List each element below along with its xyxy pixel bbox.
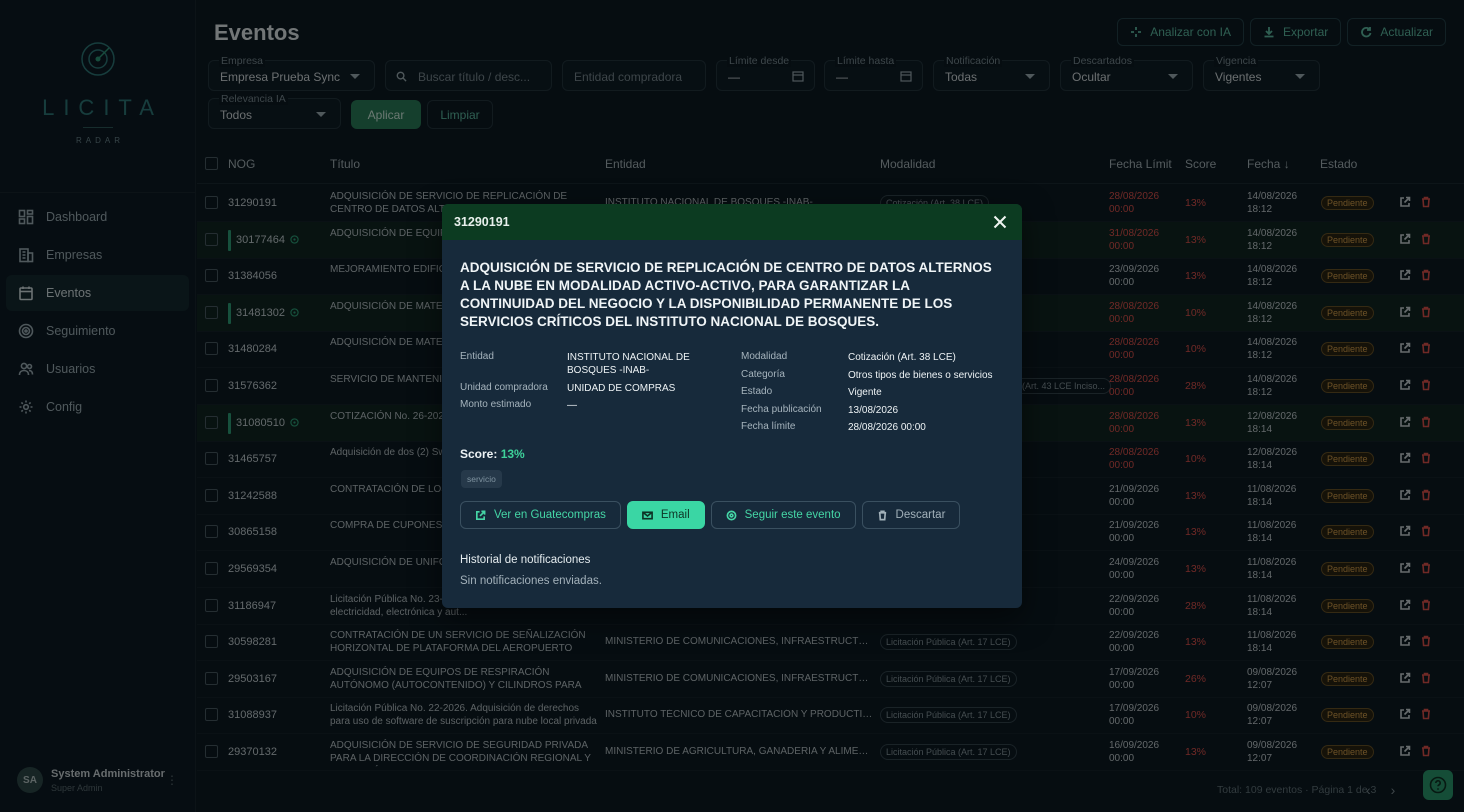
trash-icon bbox=[878, 510, 886, 520]
discard-button[interactable]: Descartar bbox=[861, 501, 961, 529]
modal-nog: 31290191 bbox=[454, 215, 510, 229]
follow-event-label: Seguir este evento bbox=[744, 509, 841, 521]
detail-estado: Estado Vigente bbox=[741, 386, 882, 398]
email-label: Email bbox=[660, 509, 690, 521]
detail-value: UNIDAD DE COMPRAS bbox=[567, 383, 676, 394]
follow-event-button[interactable]: Seguir este evento bbox=[710, 501, 856, 529]
detail-key: Categoría bbox=[741, 369, 785, 380]
modal-title: ADQUISICIÓN DE SERVICIO DE REPLICACIÓN D… bbox=[460, 260, 992, 329]
detail-value: Otros tipos de bienes o servicios bbox=[848, 370, 993, 381]
history-empty: Sin notificaciones enviadas. bbox=[460, 575, 602, 587]
modal-header: 31290191 bbox=[442, 204, 1022, 240]
detail-key: Modalidad bbox=[741, 351, 788, 362]
detail-monto: Monto estimado — bbox=[460, 399, 577, 411]
detail-unidad: Unidad compradora UNIDAD DE COMPRAS bbox=[460, 382, 675, 394]
detail-modalidad: Modalidad Cotización (Art. 38 LCE) bbox=[741, 351, 956, 363]
score-label: Score: bbox=[460, 447, 498, 461]
detail-key: Fecha publicación bbox=[741, 404, 822, 415]
detail-key: Entidad bbox=[460, 351, 494, 362]
email-button[interactable]: Email bbox=[626, 501, 705, 529]
score-value: 13% bbox=[500, 447, 525, 461]
event-detail-modal: 31290191 ADQUISICIÓN DE SERVICIO DE REPL… bbox=[442, 204, 1022, 608]
modal-score: Score: 13% bbox=[460, 447, 525, 461]
history-title: Historial de notificaciones bbox=[460, 554, 591, 566]
detail-value: Vigente bbox=[848, 387, 882, 398]
detail-value: Cotización (Art. 38 LCE) bbox=[848, 352, 956, 363]
detail-value: 28/08/2026 00:00 bbox=[848, 422, 926, 433]
detail-value: 13/08/2026 bbox=[848, 405, 899, 416]
detail-categoria: Categoría Otros tipos de bienes o servic… bbox=[741, 369, 993, 381]
external-link-icon bbox=[476, 510, 486, 520]
detail-fecha-limite: Fecha límite 28/08/2026 00:00 bbox=[741, 421, 926, 433]
modal-actions: Ver en Guatecompras Email Seguir este ev… bbox=[460, 501, 961, 529]
guatecompras-button[interactable]: Ver en Guatecompras bbox=[460, 501, 621, 529]
detail-key: Monto estimado bbox=[460, 399, 532, 410]
detail-key: Fecha límite bbox=[741, 421, 796, 432]
guatecompras-label: Ver en Guatecompras bbox=[494, 509, 606, 521]
detail-fecha-publicacion: Fecha publicación 13/08/2026 bbox=[741, 404, 898, 416]
detail-entidad: Entidad INSTITUTO NACIONAL DE BOSQUES -I… bbox=[460, 351, 690, 376]
keyword-tag: servicio bbox=[461, 470, 502, 488]
detail-value: INSTITUTO NACIONAL DE BOSQUES -INAB- bbox=[567, 352, 690, 376]
radar-icon bbox=[726, 510, 737, 520]
close-icon[interactable] bbox=[990, 212, 1010, 232]
detail-key: Estado bbox=[741, 386, 773, 397]
detail-key: Unidad compradora bbox=[460, 382, 548, 393]
detail-value: — bbox=[567, 400, 577, 411]
mail-icon bbox=[641, 510, 653, 520]
discard-label: Descartar bbox=[895, 509, 946, 521]
